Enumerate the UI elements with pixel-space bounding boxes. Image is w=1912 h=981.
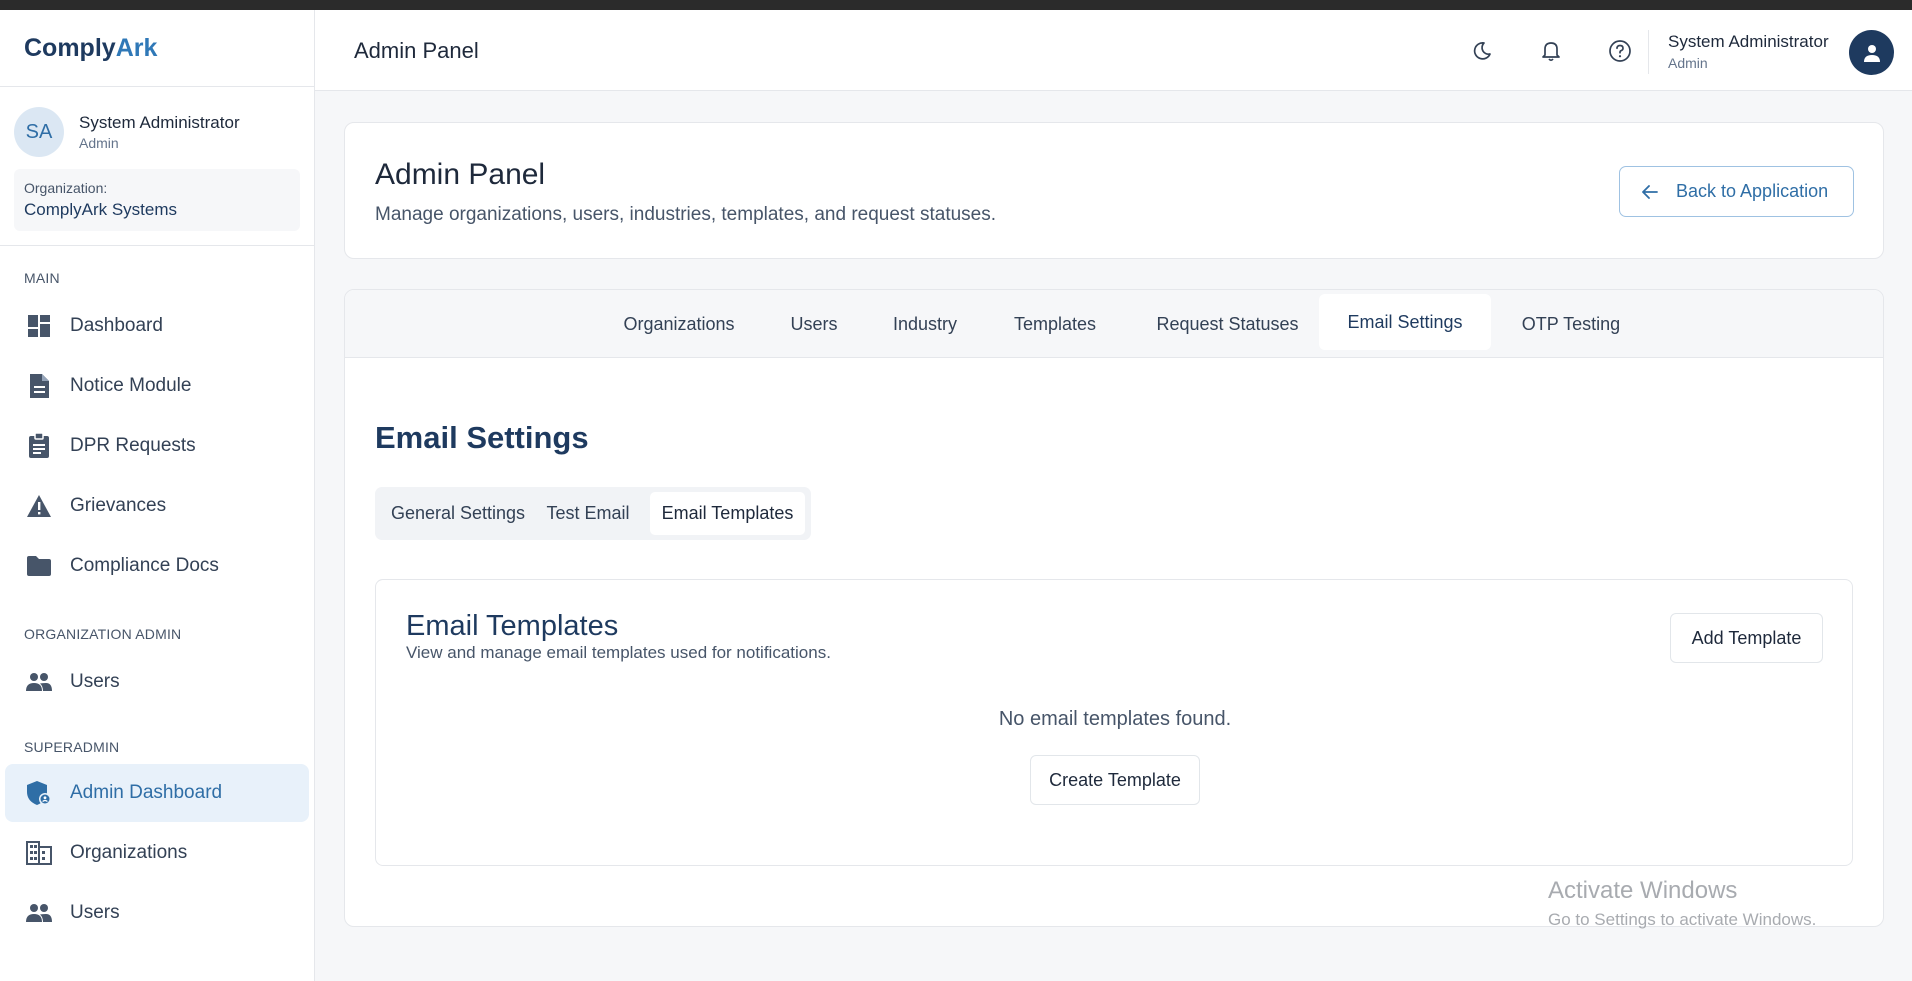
sidebar-item-grievances[interactable]: Grievances: [5, 477, 309, 535]
building-icon: [24, 840, 54, 866]
sidebar-user-panel: SA System Administrator Admin Organizati…: [0, 87, 314, 246]
sidebar-item-dashboard[interactable]: Dashboard: [5, 297, 309, 355]
sidebar: Comply Ark SA System Administrator Admin …: [0, 10, 315, 981]
sidebar-item-label: Dashboard: [70, 315, 163, 336]
tab-organizations[interactable]: Organizations: [601, 296, 757, 352]
header-title: Admin Panel: [354, 38, 479, 63]
dashboard-icon: [24, 313, 54, 339]
sidebar-item-label: Compliance Docs: [70, 555, 219, 576]
email-settings-title: Email Settings: [375, 420, 589, 455]
header-user-info[interactable]: System Administrator Admin: [1668, 32, 1829, 71]
sidebar-item-label: Notice Module: [70, 375, 192, 396]
back-button-label: Back to Application: [1676, 181, 1829, 201]
sidebar-item-label: Grievances: [70, 495, 167, 516]
sidebar-item-compliance-docs[interactable]: Compliance Docs: [5, 537, 309, 595]
email-templates-title: Email Templates: [406, 610, 619, 642]
watermark-line-2: Go to Settings to activate Windows.: [1548, 910, 1817, 929]
arrow-left-icon: [1642, 184, 1658, 199]
page-description: Manage organizations, users, industries,…: [375, 204, 997, 225]
users-icon: [24, 669, 54, 695]
sidebar-item-superadmin-users[interactable]: Users: [5, 884, 309, 942]
bell-icon[interactable]: [1536, 36, 1566, 66]
user-name: System Administrator: [79, 113, 240, 132]
page-header-card: Admin Panel Manage organizations, users,…: [344, 122, 1884, 259]
sidebar-section-superadmin: SUPERADMIN: [24, 739, 120, 755]
tab-email-settings[interactable]: Email Settings: [1319, 294, 1491, 350]
sidebar-section-main: MAIN: [24, 270, 60, 286]
subtab-email-templates[interactable]: Email Templates: [650, 492, 805, 535]
user-role: Admin: [79, 135, 119, 151]
admin-shield-icon: [24, 780, 54, 806]
page-title: Admin Panel: [375, 158, 546, 191]
windows-activation-watermark: Activate Windows Go to Settings to activ…: [1548, 877, 1816, 930]
users-icon: [24, 900, 54, 926]
logo-text-accent: Ark: [115, 33, 158, 62]
header-avatar[interactable]: [1849, 30, 1894, 75]
header-user-role: Admin: [1668, 55, 1708, 71]
moon-icon[interactable]: [1467, 36, 1497, 66]
window-top-strip: [0, 0, 1912, 10]
tab-users[interactable]: Users: [766, 296, 862, 352]
back-to-application-button[interactable]: Back to Application: [1619, 166, 1854, 217]
watermark-line-1: Activate Windows: [1548, 877, 1738, 904]
sidebar-item-label: Organizations: [70, 842, 188, 863]
top-header: Admin Panel System Administrator Admin: [315, 10, 1912, 91]
tab-request-statuses[interactable]: Request Statuses: [1129, 296, 1326, 352]
clipboard-icon: [24, 433, 54, 459]
sidebar-item-label: Users: [70, 671, 120, 692]
sidebar-section-organization-admin: ORGANIZATION ADMIN: [24, 626, 182, 642]
sidebar-item-admin-dashboard[interactable]: Admin Dashboard: [5, 764, 309, 822]
sidebar-item-organizations[interactable]: Organizations: [5, 824, 309, 882]
sidebar-item-label: DPR Requests: [70, 435, 196, 456]
warning-icon: [24, 493, 54, 519]
help-icon[interactable]: [1605, 36, 1635, 66]
sidebar-item-dpr-requests[interactable]: DPR Requests: [5, 417, 309, 475]
email-templates-panel: Email Templates View and manage email te…: [375, 579, 1853, 866]
sidebar-item-notice-module[interactable]: Notice Module: [5, 357, 309, 415]
organization-label: Organization:: [24, 180, 108, 196]
app-logo[interactable]: Comply Ark: [0, 10, 314, 87]
user-avatar: SA: [14, 107, 64, 157]
empty-state-text: No email templates found.: [998, 708, 1232, 730]
email-templates-description: View and manage email templates used for…: [406, 643, 831, 662]
tab-industry[interactable]: Industry: [869, 296, 981, 352]
person-icon: [1863, 44, 1880, 62]
admin-tabs-bar: Organizations Users Industry Templates R…: [345, 290, 1883, 358]
sidebar-item-label: Users: [70, 902, 120, 923]
organization-box: Organization: ComplyArk Systems: [14, 169, 300, 231]
sidebar-item-label: Admin Dashboard: [70, 782, 223, 803]
email-settings-subtabs: General Settings Test Email Email Templa…: [375, 487, 811, 540]
logo-text-primary: Comply: [24, 33, 116, 62]
tab-templates[interactable]: Templates: [988, 296, 1122, 352]
sidebar-item-org-users[interactable]: Users: [5, 653, 309, 711]
folder-icon: [24, 553, 54, 579]
add-template-button[interactable]: Add Template: [1670, 613, 1823, 663]
admin-tabs-card: Organizations Users Industry Templates R…: [344, 289, 1884, 927]
tab-otp-testing[interactable]: OTP Testing: [1502, 296, 1640, 352]
subtab-test-email[interactable]: Test Email: [538, 492, 638, 535]
subtab-general-settings[interactable]: General Settings: [383, 492, 533, 535]
header-user-name: System Administrator: [1668, 32, 1829, 51]
header-divider: [1648, 30, 1649, 74]
create-template-button[interactable]: Create Template: [1030, 755, 1200, 805]
document-icon: [24, 373, 54, 399]
organization-name: ComplyArk Systems: [24, 200, 178, 219]
